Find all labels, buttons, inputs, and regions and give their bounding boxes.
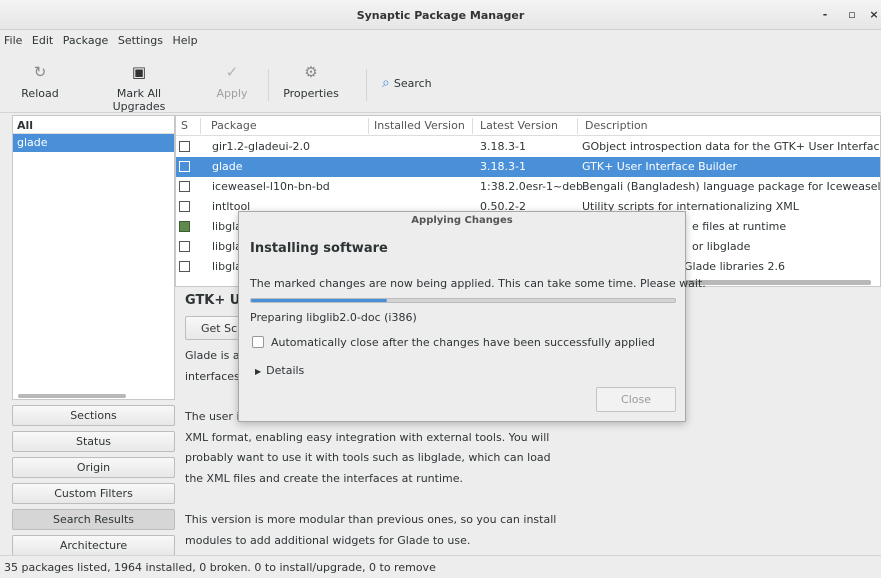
status-checkbox[interactable] [179,141,190,152]
package-name: glade [212,160,243,173]
details-text: modules to add additional widgets for Gl… [185,534,471,547]
minimize-icon[interactable]: - [818,8,832,22]
expander-arrow-icon: ▶ [255,367,262,376]
sections-button[interactable]: Sections [12,405,175,426]
search-icon: ⌕ [382,75,390,91]
filter-item-glade[interactable]: glade [13,134,174,152]
window-title: Synaptic Package Manager [356,9,525,22]
progress-bar [250,298,676,303]
package-name: gir1.2-gladeui-2.0 [212,140,311,153]
status-checkbox[interactable] [179,241,190,252]
details-text: XML format, enabling easy integration wi… [185,431,550,444]
dialog-message: The marked changes are now being applied… [250,277,706,290]
package-description: GTK+ User Interface Builder [582,160,737,173]
details-text: probably want to use it with tools such … [185,451,551,464]
properties-label: Properties [283,87,339,100]
close-icon[interactable]: × [867,8,881,22]
column-separator [472,118,473,134]
column-status[interactable]: S [181,119,188,132]
custom-filters-button[interactable]: Custom Filters [12,483,175,504]
table-row[interactable]: glade 3.18.3-1 GTK+ User Interface Build… [176,157,880,177]
column-installed-version[interactable]: Installed Version [374,119,465,132]
package-description: or libglade [692,240,751,253]
column-description[interactable]: Description [585,119,648,132]
status-button[interactable]: Status [12,431,175,452]
column-package[interactable]: Package [211,119,257,132]
details-label: Details [266,364,305,377]
apply-icon: ✓ [225,63,239,81]
menu-edit[interactable]: Edit [28,34,53,47]
status-checkbox[interactable] [179,261,190,272]
properties-button[interactable]: ⚙ Properties [280,63,342,100]
table-header: S Package Installed Version Latest Versi… [176,116,880,136]
auto-close-checkbox[interactable]: Automatically close after the changes ha… [252,336,655,349]
title-bar: Synaptic Package Manager - ▫ × [0,0,881,30]
details-text: interfaces [185,370,240,383]
column-separator [577,118,578,134]
latest-version: 3.18.3-1 [480,140,526,153]
latest-version: 1:38.2.0esr-1~deb [480,180,583,193]
search-label: Search [393,77,432,90]
column-latest-version[interactable]: Latest Version [480,119,558,132]
menu-help[interactable]: Help [168,34,197,47]
table-row[interactable]: gir1.2-gladeui-2.0 3.18.3-1 GObject intr… [176,137,881,157]
status-checkbox[interactable] [179,221,190,232]
checkbox-box[interactable] [252,336,264,348]
applying-changes-dialog: Applying Changes Installing software The… [238,211,706,422]
reload-button[interactable]: ↻ Reload [8,63,72,100]
package-name: iceweasel-l10n-bn-bd [212,180,330,193]
details-expander[interactable]: ▶ Details [255,364,304,377]
apply-label: Apply [216,87,248,100]
reload-label: Reload [21,87,59,100]
menu-package[interactable]: Package [59,34,109,47]
column-separator [368,118,369,134]
toolbar-separator [366,69,367,101]
apply-button[interactable]: ✓ Apply [210,63,254,100]
progress-status: Preparing libglib2.0-doc (i386) [250,311,417,324]
dialog-heading: Installing software [250,241,388,256]
menu-bar: File Edit Package Settings Help [0,34,200,54]
status-checkbox[interactable] [179,181,190,192]
maximize-icon[interactable]: ▫ [845,8,859,22]
auto-close-label: Automatically close after the changes ha… [271,336,655,349]
architecture-button[interactable]: Architecture [12,535,175,556]
status-checkbox[interactable] [179,201,190,212]
dialog-title: Applying Changes [411,215,513,226]
close-button[interactable]: Close [596,387,676,412]
filter-list: All glade [12,115,175,400]
latest-version: 3.18.3-1 [480,160,526,173]
details-text: the XML files and create the interfaces … [185,472,463,485]
details-text: This version is more modular than previo… [185,513,557,526]
search-results-button[interactable]: Search Results [12,509,175,530]
status-checkbox[interactable] [179,161,190,172]
mark-all-label: Mark All Upgrades [112,87,166,113]
filter-list-header[interactable]: All [13,116,174,134]
package-description: Bengali (Bangladesh) language package fo… [582,180,881,193]
details-text: The user i [185,410,240,423]
search-button[interactable]: ⌕ Search [382,75,432,91]
reload-icon: ↻ [33,63,47,81]
origin-button[interactable]: Origin [12,457,175,478]
filter-list-scrollbar[interactable] [18,394,126,398]
package-description: Glade libraries 2.6 [684,260,785,273]
upgrade-icon: ▣ [131,63,147,81]
mark-all-upgrades-button[interactable]: ▣ Mark All Upgrades [90,63,188,113]
status-bar: 35 packages listed, 1964 installed, 0 br… [0,555,881,578]
package-description: GObject introspection data for the GTK+ … [582,140,881,153]
menu-settings[interactable]: Settings [114,34,163,47]
table-row[interactable]: iceweasel-l10n-bn-bd 1:38.2.0esr-1~deb B… [176,177,881,197]
progress-fill [251,299,387,302]
details-text: Glade is a [185,349,240,362]
column-separator [200,118,201,134]
package-description: e files at runtime [692,220,787,233]
toolbar: ↻ Reload ▣ Mark All Upgrades ✓ Apply ⚙ P… [0,55,881,113]
toolbar-separator [268,69,269,101]
gear-icon: ⚙ [304,63,318,81]
menu-file[interactable]: File [0,34,22,47]
